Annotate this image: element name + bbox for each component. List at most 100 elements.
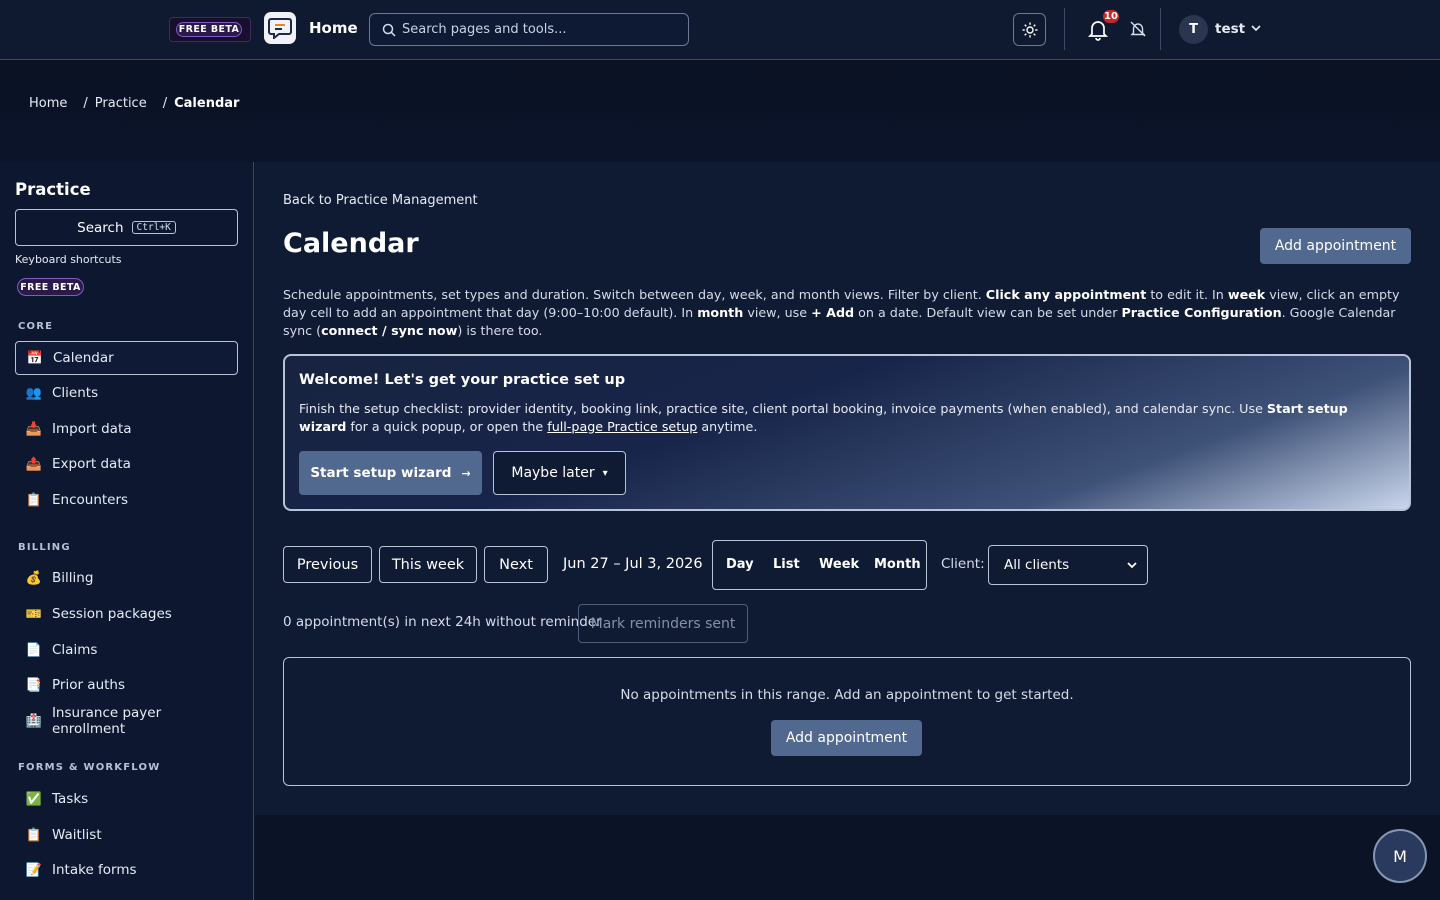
sidebar-item-label: Waitlist [52, 827, 102, 843]
global-search-placeholder: Search pages and tools... [402, 22, 567, 37]
section-label-billing: BILLING [18, 542, 71, 553]
sidebar-item-label: Intake forms [52, 862, 137, 878]
sidebar-item-intake-forms[interactable]: 📝 Intake forms [15, 853, 238, 887]
breadcrumb-home[interactable]: Home [29, 96, 67, 111]
check-mark-icon: ✅ [25, 791, 43, 807]
client-filter-select[interactable]: All clients [988, 545, 1148, 585]
sidebar-item-billing[interactable]: 💰 Billing [15, 561, 238, 595]
top-bar: FREE BETA Home Search pages and tools... [0, 0, 1440, 60]
previous-button[interactable]: Previous [283, 546, 372, 583]
breadcrumb-separator: / [83, 96, 88, 111]
sidebar-search-button[interactable]: Search Ctrl+K [15, 209, 238, 246]
clipboard-icon: 📋 [25, 827, 43, 843]
view-week-tab[interactable]: Week [819, 557, 859, 572]
divider [1064, 8, 1065, 50]
sidebar-item-label: Export data [52, 456, 131, 472]
sidebar-item-tasks[interactable]: ✅ Tasks [15, 782, 238, 816]
username-label[interactable]: test [1215, 21, 1245, 37]
sidebar-item-session-packages[interactable]: 🎫 Session packages [15, 597, 238, 631]
sidebar-item-encounters[interactable]: 📋 Encounters [15, 483, 238, 517]
client-filter-label: Client: [941, 556, 985, 572]
breadcrumb: Home / Practice / Calendar [29, 96, 239, 111]
money-bag-icon: 💰 [25, 570, 43, 586]
sidebar-item-clients[interactable]: 👥 Clients [15, 376, 238, 410]
breadcrumb-current: Calendar [174, 96, 240, 111]
search-shortcut-hint: Ctrl+K [131, 221, 176, 234]
ticket-icon: 🎫 [25, 606, 43, 622]
sidebar-free-beta-badge: FREE BETA [17, 278, 84, 296]
maybe-later-label: Maybe later [511, 465, 595, 481]
caret-down-icon: ▾ [602, 467, 608, 479]
welcome-setup-card: Welcome! Let's get your practice set up … [283, 354, 1411, 511]
search-icon [382, 23, 396, 37]
sidebar-item-insurance-payer-enrollment[interactable]: 🏥 Insurance payer enrollment [15, 704, 238, 738]
document-icon: 📄 [25, 642, 43, 658]
chat-logo-icon [268, 18, 292, 39]
home-link[interactable]: Home [309, 19, 358, 37]
add-appointment-button[interactable]: Add appointment [1260, 228, 1411, 264]
sidebar-title: Practice [15, 180, 91, 199]
view-month-tab[interactable]: Month [874, 557, 921, 572]
page-description: Schedule appointments, set types and dur… [283, 287, 1400, 338]
free-beta-badge: FREE BETA [176, 22, 242, 37]
empty-state-text: No appointments in this range. Add an ap… [620, 687, 1074, 703]
app-logo-icon[interactable] [264, 12, 296, 44]
clipboard-icon: 📋 [25, 492, 43, 508]
empty-state-panel: No appointments in this range. Add an ap… [283, 657, 1411, 786]
sidebar-item-label: Import data [52, 421, 132, 437]
empty-add-appointment-button[interactable]: Add appointment [771, 720, 922, 756]
start-setup-wizard-button[interactable]: Start setup wizard → [299, 451, 482, 495]
back-to-practice-management-link[interactable]: Back to Practice Management [283, 193, 478, 208]
user-avatar[interactable]: T [1179, 15, 1208, 44]
sidebar-item-label: Tasks [52, 791, 89, 807]
section-label-forms-workflow: FORMS & WORKFLOW [18, 762, 161, 773]
sidebar-search-label: Search [77, 219, 124, 236]
assistant-fab-button[interactable]: M [1373, 829, 1427, 883]
page-title: Calendar [283, 228, 419, 259]
breadcrumb-practice[interactable]: Practice [95, 96, 147, 111]
memo-icon: 📝 [25, 862, 43, 878]
sidebar-item-claims[interactable]: 📄 Claims [15, 633, 238, 667]
keyboard-shortcuts-link[interactable]: Keyboard shortcuts [15, 253, 122, 266]
welcome-text: Finish the setup checklist: provider ide… [299, 401, 1348, 434]
view-day-tab[interactable]: Day [726, 557, 754, 572]
arrow-right-icon: → [461, 466, 471, 480]
users-icon: 👥 [25, 385, 43, 401]
section-label-core: CORE [18, 321, 54, 332]
inbox-tray-icon: 📥 [25, 421, 43, 437]
hospital-icon: 🏥 [25, 713, 43, 729]
sidebar-item-export-data[interactable]: 📤 Export data [15, 447, 238, 481]
view-list-tab[interactable]: List [773, 557, 800, 572]
sidebar-item-waitlist[interactable]: 📋 Waitlist [15, 818, 238, 852]
theme-toggle-button[interactable] [1013, 13, 1046, 46]
chevron-down-icon[interactable] [1250, 22, 1262, 34]
next-button[interactable]: Next [484, 546, 548, 583]
bell-off-icon[interactable] [1129, 20, 1147, 38]
sidebar-item-calendar[interactable]: 📅 Calendar [15, 341, 238, 375]
calendar-icon: 📅 [26, 350, 44, 366]
sidebar-item-label: Billing [52, 570, 94, 586]
client-filter-value: All clients [1004, 557, 1070, 573]
global-search-input[interactable]: Search pages and tools... [369, 13, 689, 46]
this-week-button[interactable]: This week [379, 546, 477, 583]
start-setup-wizard-label: Start setup wizard [310, 465, 452, 481]
practice-setup-link[interactable]: full-page Practice setup [547, 419, 697, 434]
sun-icon [1022, 22, 1037, 37]
sidebar-item-label: Calendar [53, 350, 114, 366]
notification-count-badge: 10 [1101, 8, 1121, 25]
breadcrumb-separator: / [162, 96, 168, 111]
sidebar-item-label: Claims [52, 642, 98, 658]
sidebar-item-label: Encounters [52, 492, 129, 508]
mark-reminders-sent-button[interactable]: Mark reminders sent [578, 604, 748, 643]
welcome-title: Welcome! Let's get your practice set up [299, 372, 626, 388]
maybe-later-button[interactable]: Maybe later ▾ [493, 451, 626, 495]
bookmark-tabs-icon: 📑 [25, 677, 43, 693]
beta-badge-container: FREE BETA [169, 17, 251, 42]
sidebar-item-prior-auths[interactable]: 📑 Prior auths [15, 668, 238, 702]
breadcrumb-bar: Home / Practice / Calendar [0, 60, 1440, 162]
sidebar-item-label: Prior auths [52, 677, 126, 693]
main-content: Back to Practice Management Calendar Add… [255, 162, 1440, 815]
reminder-status-text: 0 appointment(s) in next 24h without rem… [283, 614, 602, 630]
view-switcher: Day List Week Month [712, 540, 927, 590]
sidebar-item-import-data[interactable]: 📥 Import data [15, 412, 238, 446]
